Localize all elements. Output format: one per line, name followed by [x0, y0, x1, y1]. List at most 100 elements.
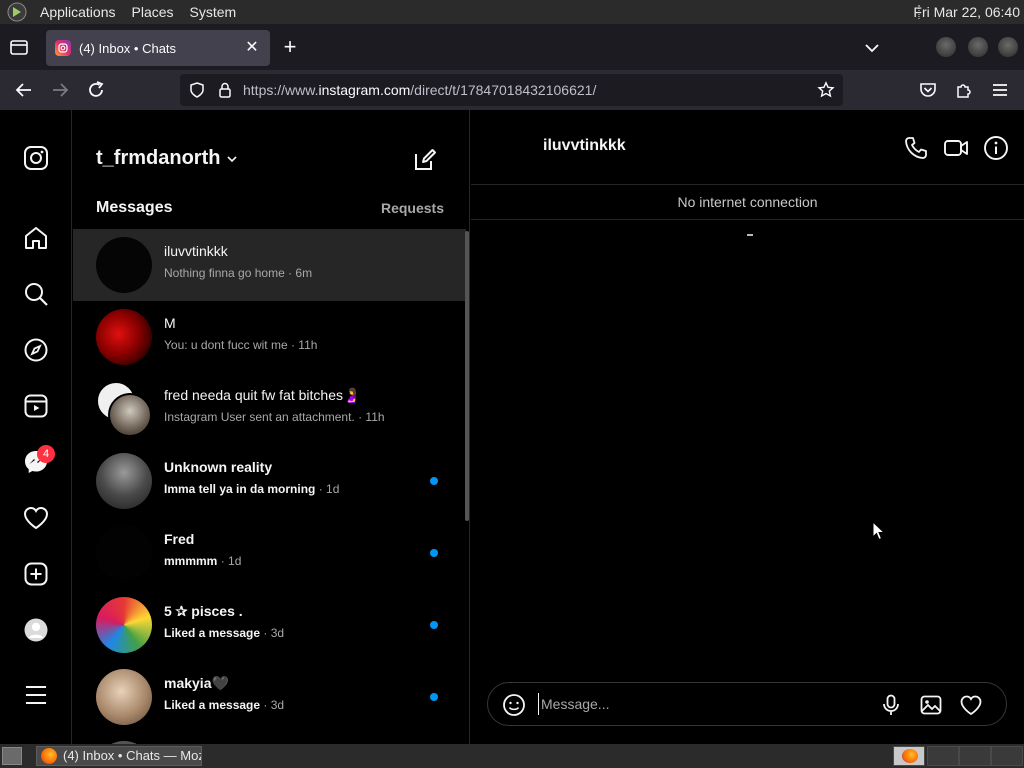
create-plus-icon[interactable] [22, 560, 50, 588]
workspace-switcher-2[interactable] [927, 746, 959, 766]
clock[interactable]: Fri Mar 22, 06:40 [913, 0, 1020, 24]
forward-arrow-icon[interactable] [49, 79, 71, 101]
tab-title: (4) Inbox • Chats [79, 40, 177, 56]
thread-name: Unknown reality [164, 459, 273, 475]
show-desktop-button[interactable] [2, 747, 22, 765]
bottom-taskbar: (4) Inbox • Chats — Mozilla Firefox [0, 744, 1024, 768]
minimize-window-button[interactable] [936, 37, 956, 57]
reels-icon[interactable] [22, 392, 50, 420]
bookmark-star-icon[interactable] [817, 81, 835, 99]
conversation-header: iluvvtinkkk [471, 110, 1024, 185]
thread-item[interactable]: Fred mmmmm · 1d [73, 517, 466, 589]
thread-item[interactable]: iluvvtinkkk Nothing finna go home · 6m [73, 229, 466, 301]
unread-dot [430, 477, 438, 485]
taskbar-window-title: (4) Inbox • Chats — Mozilla Firefox [63, 748, 201, 763]
back-arrow-icon[interactable] [13, 79, 35, 101]
thread-item[interactable]: M You: u dont fucc wit me · 11h [73, 301, 466, 373]
lock-icon[interactable] [216, 81, 234, 99]
tab-instagram-inbox[interactable]: (4) Inbox • Chats ✕ [46, 30, 270, 66]
system-menu[interactable]: System [182, 0, 245, 24]
applications-menu[interactable]: Applications [32, 0, 124, 24]
unread-dot [430, 621, 438, 629]
chevron-down-icon [227, 155, 238, 162]
more-menu-icon[interactable] [22, 681, 50, 709]
avatar [96, 453, 152, 509]
new-tab-button[interactable]: + [280, 36, 300, 58]
message-composer [487, 682, 1007, 726]
messages-heading: Messages [96, 199, 173, 216]
heart-notifications-icon[interactable] [22, 504, 50, 532]
instagram-nav-rail: 4 [0, 110, 72, 744]
instagram-logo-icon[interactable] [22, 144, 50, 172]
inbox-panel: t_frmdanorth Messages Requests iluvvtink… [73, 110, 470, 744]
thread-item[interactable]: 5 ✰ pisces . Liked a message · 3d [73, 589, 466, 661]
thread-preview: Liked a message · 3d [164, 698, 285, 712]
hamburger-menu-icon[interactable] [989, 79, 1011, 101]
thread-preview: Nothing finna go home · 6m [164, 266, 313, 280]
url-bar[interactable]: https://www.instagram.com/direct/t/17847… [180, 74, 843, 106]
new-message-compose-icon[interactable] [413, 148, 437, 172]
account-switcher[interactable]: t_frmdanorth [96, 147, 238, 170]
requests-link[interactable]: Requests [381, 200, 444, 216]
profile-avatar-icon[interactable] [22, 616, 50, 644]
reload-icon[interactable] [85, 79, 107, 101]
firefox-icon [41, 748, 57, 764]
home-icon[interactable] [22, 224, 50, 252]
heart-like-icon[interactable] [959, 693, 983, 717]
shield-icon[interactable] [188, 81, 206, 99]
thread-preview: Liked a message · 3d [164, 626, 285, 640]
instagram-favicon-icon [55, 40, 71, 56]
firefox-view-icon[interactable] [8, 36, 30, 58]
thread-name: M [164, 315, 176, 331]
avatar [96, 525, 152, 581]
thread-item[interactable]: Unknown reality Imma tell ya in da morni… [73, 445, 466, 517]
workspace-switcher-3[interactable] [959, 746, 991, 766]
avatar [96, 597, 152, 653]
explore-compass-icon[interactable] [22, 336, 50, 364]
close-window-button[interactable] [998, 37, 1018, 57]
unread-dot [430, 549, 438, 557]
notification-badge: 4 [37, 445, 55, 463]
places-menu[interactable]: Places [124, 0, 182, 24]
phone-call-icon[interactable] [903, 135, 929, 161]
thread-name: fred needa quit fw fat bitches🤰 [164, 387, 361, 403]
inbox-scrollbar[interactable] [465, 231, 469, 521]
avatar [96, 237, 152, 293]
video-call-icon[interactable] [943, 135, 969, 161]
navigation-toolbar: https://www.instagram.com/direct/t/17847… [0, 70, 1024, 110]
emoji-icon[interactable] [502, 693, 526, 717]
image-upload-icon[interactable] [919, 693, 943, 717]
connection-status-banner: No internet connection [471, 186, 1024, 220]
conversation-title[interactable]: iluvvtinkkk [543, 137, 626, 155]
search-icon[interactable] [22, 280, 50, 308]
workspace-switcher-4[interactable] [991, 746, 1023, 766]
thread-preview: Instagram User sent an attachment. · 11h [164, 410, 385, 424]
avatar [96, 669, 152, 725]
thread-name: Fred [164, 531, 195, 547]
extensions-puzzle-icon[interactable] [953, 79, 975, 101]
thread-item[interactable] [73, 733, 466, 744]
message-input[interactable] [538, 693, 868, 715]
pocket-icon[interactable] [917, 79, 939, 101]
chevron-down-icon[interactable] [862, 38, 882, 58]
gnome-foot-logo-icon[interactable] [6, 1, 28, 23]
maximize-window-button[interactable] [968, 37, 988, 57]
thread-name: makyia🖤 [164, 675, 229, 691]
tab-close-icon[interactable]: ✕ [242, 38, 262, 58]
thread-item[interactable]: fred needa quit fw fat bitches🤰 Instagra… [73, 373, 466, 445]
avatar [96, 309, 152, 365]
conversation-info-icon[interactable] [983, 135, 1009, 161]
gnome-top-panel: Applications Places System Fri Mar 22, 0… [0, 0, 1024, 24]
unread-dot [430, 693, 438, 701]
thread-item[interactable]: makyia🖤 Liked a message · 3d [73, 661, 466, 733]
mouse-pointer-icon [872, 521, 886, 541]
thread-preview: Imma tell ya in da morning · 1d [164, 482, 340, 496]
instagram-page: 4 t_frmdanorth Messages Requests iluvvti… [0, 110, 1024, 744]
thread-preview: mmmmm · 1d [164, 554, 242, 568]
taskbar-window-firefox[interactable]: (4) Inbox • Chats — Mozilla Firefox [36, 746, 202, 766]
thread-preview: You: u dont fucc wit me · 11h [164, 338, 318, 352]
microphone-icon[interactable] [879, 693, 903, 717]
firefox-icon [902, 749, 918, 763]
account-username: t_frmdanorth [96, 147, 221, 169]
workspace-switcher-1[interactable] [893, 746, 925, 766]
